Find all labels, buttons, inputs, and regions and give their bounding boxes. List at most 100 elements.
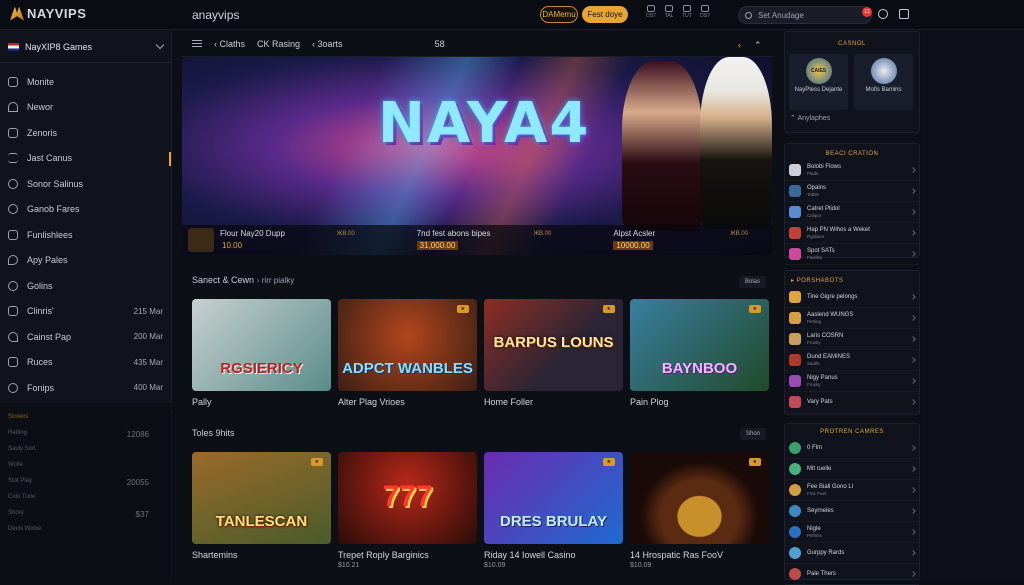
game-icon — [789, 375, 801, 387]
mini-label: TUT — [682, 13, 692, 19]
game-icon — [789, 484, 801, 496]
subnav-tab[interactable]: ‹ 3oarts — [312, 39, 343, 49]
collapse-arrow-icon[interactable]: ⌃ — [754, 40, 762, 51]
game-card[interactable]: RGSIERICY Pally — [192, 299, 331, 407]
lower-row-label: Colo Turie — [8, 494, 36, 500]
sidebar-item[interactable]: Sonor Salinus — [0, 171, 171, 197]
hero-banner[interactable]: NAYA4 Flour Nay20 Dupp 10.00 ЖВ.00 7nd fes… — [182, 57, 772, 255]
site-logo[interactable]: NAYVIPS — [10, 6, 86, 21]
game-art-text: ADPCT WANBLES — [342, 360, 473, 377]
list-item[interactable]: Opains Tatble — [785, 181, 919, 202]
home-icon — [8, 76, 18, 87]
chevron-right-icon — [910, 251, 916, 257]
game-caption: Pally — [192, 397, 212, 407]
primary-button[interactable]: Fest doye — [582, 6, 628, 23]
mini-label: TAL — [664, 13, 674, 19]
card-corner-badge: ★ — [748, 305, 761, 313]
section-1-button[interactable]: Bolas — [738, 276, 766, 288]
list-item[interactable]: Spot SATs Fawilbs — [785, 244, 919, 265]
card-icon — [701, 5, 709, 12]
sidebar-header[interactable]: NayXIP8 Games — [0, 31, 171, 63]
sidebar-item[interactable]: Newor — [0, 95, 171, 121]
banner-item[interactable]: 7nd fest abons bipes 31,000.00 ЖВ.00 — [379, 225, 576, 255]
sidebar-item-label: Cainst Pap — [27, 331, 72, 342]
sidebar-item[interactable]: Ganob Fares — [0, 197, 171, 223]
banner-item-price: 10.00 — [222, 241, 243, 250]
game-card[interactable]: ★ TANLESCAN Shartemins — [192, 452, 331, 569]
sidebar-item[interactable]: Clinris' 215 Mar — [0, 299, 171, 325]
sidebar-item-label: Jast Canus — [27, 153, 73, 164]
mini-icon-4[interactable]: DS7 — [697, 5, 713, 19]
mini-icon-3[interactable]: TUT — [679, 5, 695, 19]
sidebar-item[interactable]: Fonips 400 Mar — [0, 375, 171, 401]
list-item[interactable]: Dund EAMINES Saulfs — [785, 350, 919, 371]
game-card[interactable]: ★ DRES BRULAY Riday 14 Iowell Casino $10.09 — [484, 452, 623, 569]
list-item[interactable]: Laris COSRN Frusky — [785, 329, 919, 350]
sidebar-item[interactable]: Golins — [0, 273, 171, 299]
lower-row[interactable]: Retting 12086 — [0, 426, 171, 442]
sidebar-item[interactable]: Funlishlees — [0, 222, 171, 248]
item-title: Catret Plidol — [807, 206, 840, 212]
game-card[interactable]: ★ BAYNBOO Pain Plog — [630, 299, 769, 407]
chart-icon — [8, 306, 18, 317]
mini-icon-1[interactable]: DS7 — [643, 5, 659, 19]
lower-row[interactable]: Wolle — [0, 458, 171, 474]
sidebar-item[interactable]: Zenoris — [0, 120, 171, 146]
notification-badge[interactable]: 12 — [862, 7, 872, 17]
list-item[interactable]: Catret Plidol Calipor — [785, 202, 919, 223]
list-item[interactable]: Hap PN Wihos a Weket Ryplians — [785, 223, 919, 244]
outline-button[interactable]: DAMemu — [540, 6, 578, 23]
list-item[interactable]: Gurppy Rards — [785, 543, 919, 564]
list-item[interactable]: Mit ruelle — [785, 459, 919, 480]
promo-cards: CAIES NayPless Dejante Mofis Bamins — [785, 54, 919, 110]
card-corner-badge: ★ — [456, 305, 469, 313]
game-card[interactable]: ★ ADPCT WANBLES Alter Plag Vrioes — [338, 299, 477, 407]
sidebar-item[interactable]: Ruces 435 Mar — [0, 350, 171, 376]
banner-item[interactable]: Alpst Acsler 10000.00 ЖВ.00 — [575, 225, 772, 255]
list-item[interactable]: Bolobi Flows Plade — [785, 160, 919, 181]
list-item[interactable]: Nigy Panus Frusky — [785, 371, 919, 392]
game-card[interactable]: 777 Trepet Roply Barginics $10.21 — [338, 452, 477, 569]
promo-footer[interactable]: ⌃ Anylaphes — [785, 110, 919, 126]
heart-icon — [8, 331, 18, 342]
list-item[interactable]: Seyrneles — [785, 501, 919, 522]
list-item[interactable]: Pale Thers — [785, 564, 919, 585]
lower-row[interactable]: Devis Wobie — [0, 522, 171, 538]
promo-card[interactable]: CAIES NayPless Dejante — [789, 54, 848, 110]
list-item[interactable]: Fee Biall Gono Ll Frac Fuel — [785, 480, 919, 501]
section-2-button[interactable]: Shon — [739, 428, 766, 440]
list-item[interactable]: Aaslend WUNGS Petting — [785, 308, 919, 329]
game-card[interactable]: ★ 14 Hrospatic Ras FooV $10.09 — [630, 452, 769, 569]
list-item[interactable]: Nigle Pelhins — [785, 522, 919, 543]
subnav-tab[interactable]: ‹ Claths — [214, 39, 245, 49]
game-art-text: DRES BRULAY — [500, 513, 607, 530]
list-item[interactable]: Vary Pats — [785, 392, 919, 413]
sidebar-item[interactable]: Monite — [0, 69, 171, 95]
list-item[interactable]: Tine Gigre pelongs — [785, 287, 919, 308]
chevron-right-icon — [910, 399, 916, 405]
game-icon — [789, 547, 801, 559]
game-card[interactable]: ★ BARPUS LOUNS Home Foller — [484, 299, 623, 407]
lower-row[interactable]: Stot Play 20055 — [0, 474, 171, 490]
prev-arrow-icon[interactable]: ‹ — [738, 40, 741, 50]
subnav-label: CK Rasing — [257, 38, 301, 49]
banner-item[interactable]: Flour Nay20 Dupp 10.00 ЖВ.00 — [182, 225, 379, 255]
mini-icon-2[interactable]: TAL — [661, 5, 677, 19]
bag-icon[interactable] — [899, 9, 909, 19]
search-input[interactable]: Set Anudage — [738, 6, 872, 24]
sidebar-item[interactable]: Jast Canus — [0, 146, 171, 172]
subnav-tab[interactable]: CK Rasing — [257, 39, 300, 49]
globe-icon[interactable] — [878, 9, 888, 19]
lower-row[interactable]: Shory $37 — [0, 506, 171, 522]
lower-row[interactable]: Sauly Sort — [0, 442, 171, 458]
sidebar-item[interactable]: Cainst Pap 200 Mar — [0, 324, 171, 350]
shabots-heading: ▸ PORSHABOTS — [791, 278, 844, 284]
lower-row[interactable]: Colo Turie — [0, 490, 171, 506]
shabots-box: ▸ PORSHABOTS Tine Gigre pelongs Aaslend … — [784, 270, 920, 415]
menu-icon[interactable] — [192, 40, 202, 47]
list-item[interactable]: 0 Flm — [785, 438, 919, 459]
promo-card[interactable]: Mofis Bamins — [854, 54, 913, 110]
sidebar-item[interactable]: Apy Pales — [0, 248, 171, 274]
banner-item-tag: ЖВ.00 — [730, 231, 749, 237]
promo-label: Mofis Bamins — [865, 87, 902, 93]
